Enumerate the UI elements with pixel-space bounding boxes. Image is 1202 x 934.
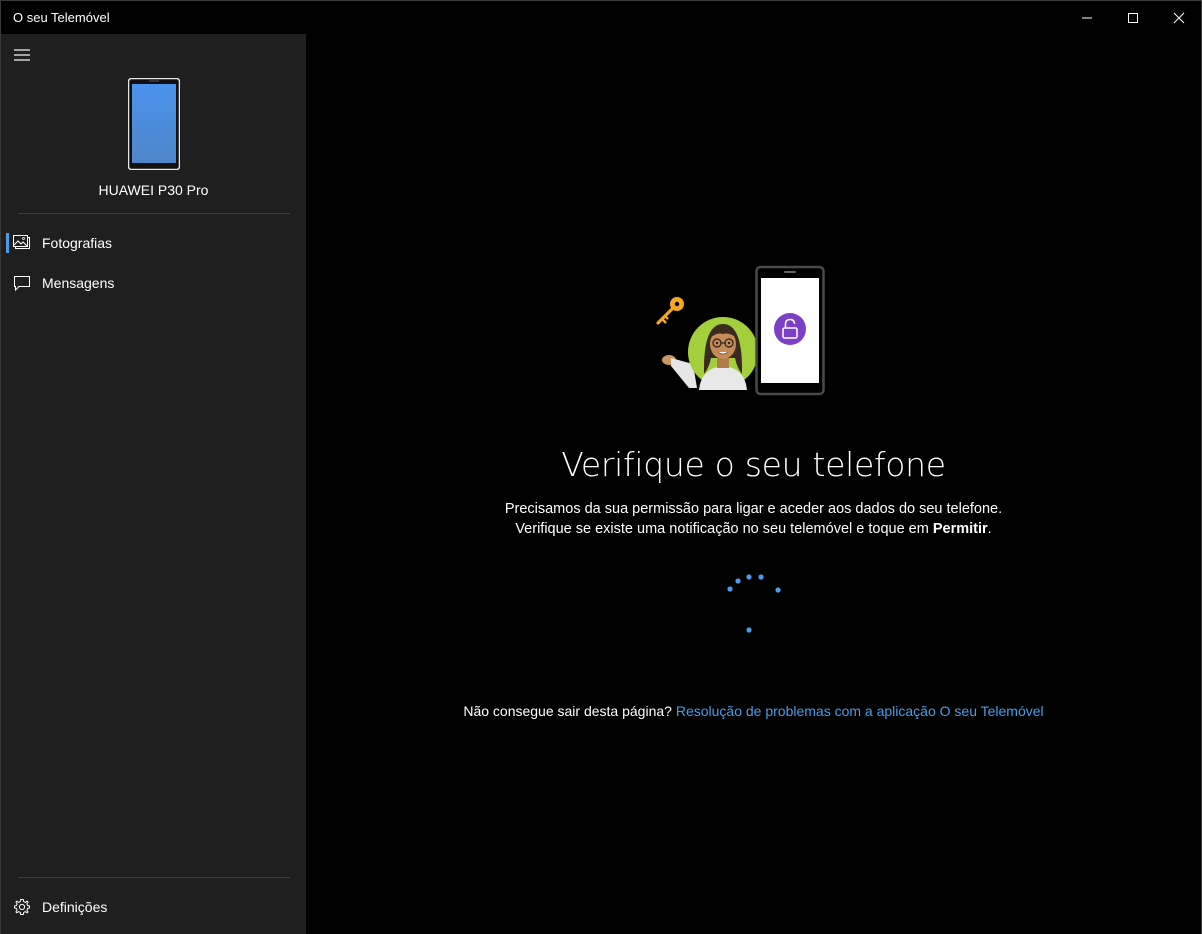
phone-icon [127,77,181,171]
allow-keyword: Permitir [932,521,988,537]
maximize-icon [1128,12,1138,23]
phone-illustration [755,265,825,396]
sidebar-item-photos[interactable]: Fotografias [1,223,306,263]
app-window: O seu Telemóvel HUAWEI P30 Pro Fotografi… [0,0,1202,934]
settings-label: Definições [42,899,108,915]
avatar [688,317,758,390]
description-line-2-prefix: Verifique se existe uma notificação no s… [515,521,929,537]
gear-icon [14,899,30,915]
description-line-1: Precisamos da sua permissão para ligar e… [504,501,1003,517]
title-bar: O seu Telemóvel [1,1,1201,34]
spinner-icon [727,574,781,633]
minimize-icon [1082,17,1092,18]
description: Precisamos da sua permissão para ligar e… [306,499,1201,539]
loading-spinner [716,572,786,639]
description-line-2: Verifique se existe uma notificação no s… [306,519,1201,539]
troubleshoot-link[interactable]: Resolução de problemas com a aplicação O… [676,703,1044,719]
help-line: Não consegue sair desta página? Resoluçã… [306,703,1201,719]
selection-indicator [6,233,9,253]
help-text: Não consegue sair desta página? [463,703,672,719]
maximize-button[interactable] [1110,1,1156,34]
sidebar-divider-top [18,213,290,214]
sidebar-item-label: Mensagens [42,275,115,291]
main-content: Verifique o seu telefone Precisamos da s… [306,34,1201,934]
photos-icon [13,235,30,249]
device-image [127,77,181,175]
minimize-button[interactable] [1064,1,1110,34]
sidebar-divider-bottom [18,877,290,878]
description-line-2-suffix: . [987,521,992,537]
device-name: HUAWEI P30 Pro [98,182,209,198]
sidebar: HUAWEI P30 Pro Fotografias Mensagens Def… [1,34,306,934]
sidebar-item-settings[interactable]: Definições [1,887,306,927]
key-icon [656,297,684,325]
hamburger-menu-button[interactable] [5,38,39,72]
sidebar-item-messages[interactable]: Mensagens [1,263,306,303]
close-icon [1173,12,1185,23]
close-button[interactable] [1156,1,1202,34]
permission-illustration [651,262,831,403]
permission-illustration-graphic [656,265,825,396]
window-title: O seu Telemóvel [13,10,110,25]
sidebar-item-label: Fotografias [42,235,113,251]
messages-icon [14,276,30,292]
page-title: Verifique o seu telefone [561,445,946,484]
hamburger-icon [14,49,30,61]
